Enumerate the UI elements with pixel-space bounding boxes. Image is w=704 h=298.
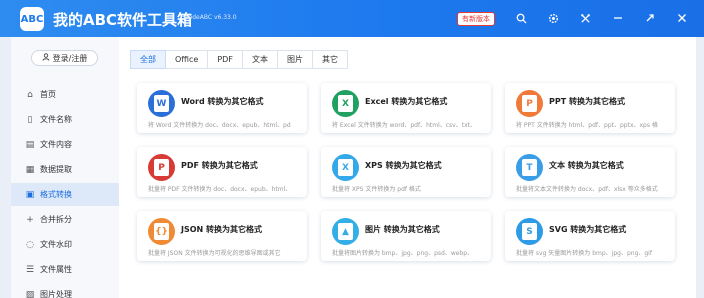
sidebar-item-label: 首页 [40,90,56,99]
search-icon[interactable] [513,10,529,26]
tool-card-title: SVG 转换为其它格式 [549,225,627,234]
category-tabs: 全部 Office PDF 文本 图片 其它 [130,50,348,69]
merge-split-icon: + [26,214,34,225]
sidebar-item-label: 图片处理 [40,290,72,298]
excel-icon: X [332,90,359,117]
word-icon-glyph: W [154,95,169,112]
image-icon: ▲ [332,218,359,245]
sidebar-item-label: 数据提取 [40,165,72,174]
tab-pdf[interactable]: PDF [207,50,243,69]
tool-card-description: 批量将图片转换为 bmp、jpg、png、psd、webp、 [332,250,474,257]
tool-card-title: PPT 转换为其它格式 [549,97,625,106]
word-icon: W [148,90,175,117]
image-icon-glyph: ▲ [338,223,353,240]
tool-card-title: Excel 转换为其它格式 [365,97,448,106]
sidebar-item-label: 格式转换 [40,190,72,199]
sidebar-item-file-property[interactable]: ☰ 文件属性 [11,258,119,281]
tool-card-title: 文本 转换为其它格式 [549,161,624,170]
file-property-icon: ☰ [25,264,35,275]
sidebar-item-label: 文件名称 [40,115,72,124]
sidebar: 登录/注册 ⌂ 首页 ▯ 文件名称 ▤ 文件内容 ▦ 数据提取 ▣ 格式转换 +… [11,37,119,298]
tool-card-xps[interactable]: X XPS 转换为其它格式批量将 XPS 文件转换为 pdf 格式 [321,147,491,197]
sidebar-item-data-extract[interactable]: ▦ 数据提取 [11,158,119,181]
sidebar-item-format-convert[interactable]: ▣ 格式转换 [11,183,119,206]
tool-card-title: XPS 转换为其它格式 [365,161,442,170]
ppt-icon-glyph: P [522,95,537,112]
tool-card-excel[interactable]: X Excel 转换为其它格式将 Excel 文件转换为 word、pdf、htm… [321,83,491,133]
tool-card-json[interactable]: {} JSON 转换为其它格式批量将 JSON 文件转换为可视化的思维导图或其它 [137,211,307,261]
tool-card-pdf[interactable]: P PDF 转换为其它格式批量将 PDF 文件转换为 doc、docx、epub、… [137,147,307,197]
json-icon-glyph: {} [154,223,169,240]
tool-card-word[interactable]: W Word 转换为其它格式将 Word 文件转换为 doc、docx、epub、… [137,83,307,133]
close-icon[interactable] [674,10,690,26]
login-button[interactable]: 登录/注册 [31,50,98,66]
tool-card-description: 将 PPT 文件转换为 html、pdf、ppt、pptx、xps 格 [516,122,658,129]
format-convert-icon: ▣ [25,189,35,200]
tab-all[interactable]: 全部 [130,50,166,69]
data-extract-icon: ▦ [25,164,35,175]
file-content-icon: ▤ [25,139,35,150]
sidebar-item-label: 文件内容 [40,140,72,149]
xps-icon-glyph: X [338,159,353,176]
app-version: WodeABC v6.33.0 [183,14,237,21]
file-name-icon: ▯ [27,114,33,125]
tool-card-description: 批量将文本文件转换为 docx、pdf、xlsx 等众多格式 [516,186,658,193]
login-label: 登录/注册 [52,53,88,63]
tool-card-title: Word 转换为其它格式 [181,97,264,106]
tools-icon[interactable] [577,10,593,26]
sidebar-item-label: 文件属性 [40,265,72,274]
svg-icon-glyph: S [522,223,537,240]
tool-card-title: PDF 转换为其它格式 [181,161,258,170]
ppt-icon: P [516,90,543,117]
home-icon: ⌂ [27,89,33,100]
main-panel: 全部 Office PDF 文本 图片 其它 W Word 转换为其它格式将 Wo… [119,37,696,298]
tool-card-description: 将 Word 文件转换为 doc、docx、epub、html、pd [148,122,291,129]
pdf-icon: P [148,154,175,181]
tool-card-description: 将 Excel 文件转换为 word、pdf、html、csv、txt、 [332,122,476,129]
minimize-icon[interactable] [610,10,626,26]
excel-icon-glyph: X [338,95,353,112]
tool-card-svg[interactable]: S SVG 转换为其它格式批量将 svg 矢量图片转换为 bmp、jpg、png、… [505,211,675,261]
tool-card-description: 批量将 JSON 文件转换为可视化的思维导图或其它 [148,250,281,257]
tab-text[interactable]: 文本 [241,50,278,69]
image-process-icon: ▨ [25,289,35,298]
tool-card-description: 批量将 XPS 文件转换为 pdf 格式 [332,186,421,193]
tool-card-title: 图片 转换为其它格式 [365,225,440,234]
sidebar-item-merge-split[interactable]: + 合并拆分 [11,208,119,231]
xps-icon: X [332,154,359,181]
tab-image[interactable]: 图片 [276,50,313,69]
text-icon: T [516,154,543,181]
settings-icon[interactable] [545,10,561,26]
tool-card-text[interactable]: T 文本 转换为其它格式批量将文本文件转换为 docx、pdf、xlsx 等众多格… [505,147,675,197]
sidebar-item-file-name[interactable]: ▯ 文件名称 [11,108,119,131]
json-icon: {} [148,218,175,245]
new-version-badge[interactable]: 有新版本 [457,12,495,26]
tool-card-title: JSON 转换为其它格式 [181,225,263,234]
sidebar-item-label: 合并拆分 [40,215,72,224]
tool-card-image[interactable]: ▲ 图片 转换为其它格式批量将图片转换为 bmp、jpg、png、psd、webp… [321,211,491,261]
tab-office[interactable]: Office [165,50,209,69]
text-icon-glyph: T [522,159,537,176]
sidebar-item-home[interactable]: ⌂ 首页 [11,83,119,106]
maximize-icon[interactable] [642,10,658,26]
user-icon [42,53,50,63]
sidebar-item-label: 文件水印 [40,240,72,249]
sidebar-item-image-process[interactable]: ▨ 图片处理 [11,283,119,298]
tool-card-description: 批量将 svg 矢量图片转换为 bmp、jpg、png、gif [516,250,652,257]
pdf-icon-glyph: P [154,159,169,176]
tool-card-description: 批量将 PDF 文件转换为 doc、docx、epub、html、 [148,186,292,193]
sidebar-item-file-content[interactable]: ▤ 文件内容 [11,133,119,156]
svg-icon: S [516,218,543,245]
watermark-icon: ◌ [26,239,34,250]
app-title: 我的ABC软件工具箱 [53,11,193,29]
tool-card-ppt[interactable]: P PPT 转换为其它格式将 PPT 文件转换为 html、pdf、ppt、ppt… [505,83,675,133]
title-bar: ABC 我的ABC软件工具箱 WodeABC v6.33.0 有新版本 [0,0,704,37]
app-logo: ABC [20,7,44,31]
tab-other[interactable]: 其它 [311,50,348,69]
sidebar-item-watermark[interactable]: ◌ 文件水印 [11,233,119,256]
